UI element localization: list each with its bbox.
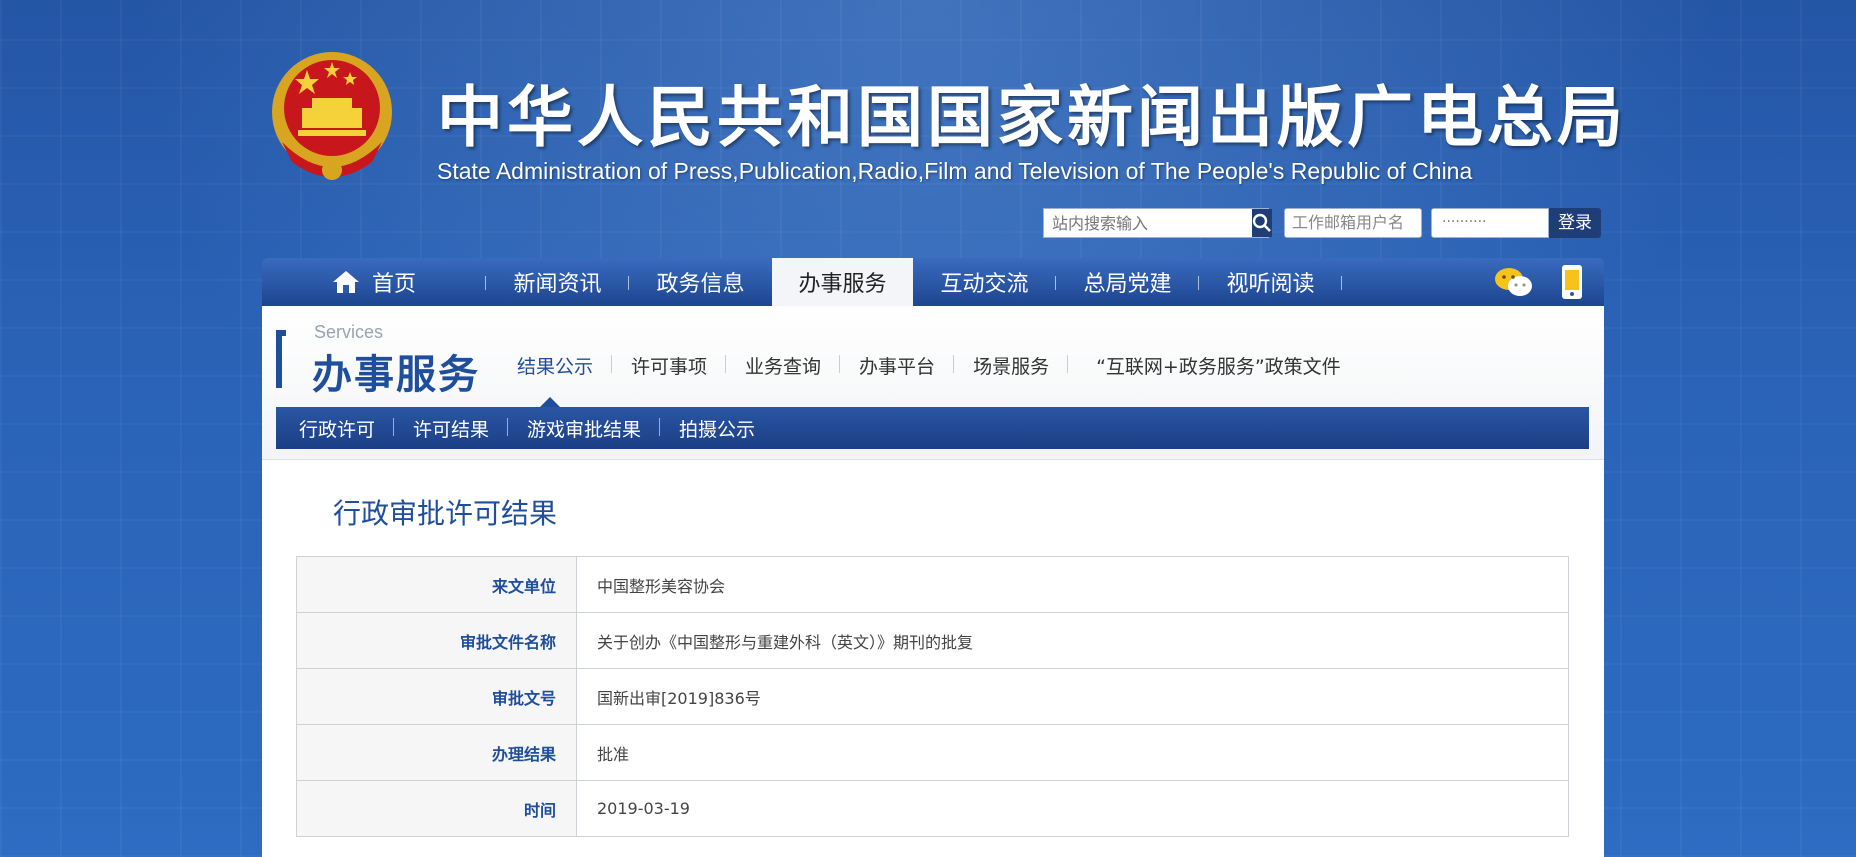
email-username-field[interactable]: 工作邮箱用户名 [1284,208,1422,238]
tab-permit-items[interactable]: 许可事项 [612,352,727,379]
mobile-icon[interactable] [1560,264,1584,300]
approval-detail-table: 来文单位 中国整形美容协会 审批文件名称 关于创办《中国整形与重建外科（英文）》… [296,556,1569,837]
national-emblem-icon [272,52,392,180]
table-row: 审批文号 国新出审[2019]836号 [296,668,1569,725]
content-panel: Services 办事服务 结果公示 许可事项 业务查询 办事平台 场景服务 “… [262,306,1604,857]
sub-nav-bar: 行政许可 许可结果 游戏审批结果 拍摄公示 [276,407,1589,449]
site-header: 中华人民共和国国家新闻出版广电总局 State Administration o… [262,42,1623,192]
table-row: 时间 2019-03-19 [296,780,1569,837]
nav-item-services[interactable]: 办事服务 [772,258,913,306]
section-tabs: 结果公示 许可事项 业务查询 办事平台 场景服务 “互联网+政务服务”政策文件 [498,352,1360,379]
row-value: 国新出审[2019]836号 [576,668,1569,725]
row-label: 时间 [296,780,577,837]
nav-icons [1494,264,1584,300]
tab-service-platform[interactable]: 办事平台 [840,352,955,379]
section-header: Services 办事服务 结果公示 许可事项 业务查询 办事平台 场景服务 “… [262,306,1604,460]
row-label: 审批文号 [296,668,577,725]
wechat-icon[interactable] [1494,265,1534,299]
nav-item-label: 总局党建 [1083,272,1172,297]
search-icon [1252,213,1271,232]
row-value: 2019-03-19 [576,780,1569,837]
site-search [1043,208,1272,238]
row-label: 办理结果 [296,724,577,781]
password-field[interactable]: ·········· [1431,208,1549,238]
nav-item-interaction[interactable]: 互动交流 [913,258,1056,306]
row-label: 审批文件名称 [296,612,577,669]
table-row: 来文单位 中国整形美容协会 [296,556,1569,613]
nav-item-label: 视听阅读 [1226,272,1315,297]
search-input[interactable] [1044,209,1252,237]
sub-item-game-approval[interactable]: 游戏审批结果 [508,415,661,442]
nav-item-home[interactable]: 首页 [262,258,486,306]
nav-item-gov-info[interactable]: 政务信息 [629,258,772,306]
nav-item-label: 首页 [371,272,416,297]
tab-results[interactable]: 结果公示 [498,352,613,379]
table-row: 审批文件名称 关于创办《中国整形与重建外科（英文）》期刊的批复 [296,612,1569,669]
sub-item-filming-notice[interactable]: 拍摄公示 [660,415,774,442]
row-value: 中国整形美容协会 [576,556,1569,613]
section-label-cn: 办事服务 [312,352,480,398]
nav-item-party[interactable]: 总局党建 [1056,258,1199,306]
row-value: 关于创办《中国整形与重建外科（英文）》期刊的批复 [576,612,1569,669]
section-bracket [276,330,286,388]
nav-item-label: 新闻资讯 [513,272,602,297]
nav-item-label: 互动交流 [940,272,1029,297]
home-icon [332,271,359,293]
tab-business-query[interactable]: 业务查询 [726,352,841,379]
row-label: 来文单位 [296,556,577,613]
main-nav: 首页 新闻资讯 政务信息 办事服务 互动交流 总局党建 视听阅读 [262,258,1604,306]
tab-scene-service[interactable]: 场景服务 [954,352,1069,379]
nav-item-news[interactable]: 新闻资讯 [486,258,629,306]
nav-item-audio-video[interactable]: 视听阅读 [1199,258,1342,306]
nav-item-label: 政务信息 [656,272,745,297]
tab-policy-files[interactable]: “互联网+政务服务”政策文件 [1068,352,1360,379]
site-title-cn: 中华人民共和国国家新闻出版广电总局 [437,79,1627,156]
site-title-en: State Administration of Press,Publicatio… [437,158,1473,184]
nav-item-label: 办事服务 [798,272,887,297]
search-button[interactable] [1252,209,1272,237]
table-row: 办理结果 批准 [296,724,1569,781]
sub-item-admin-permit[interactable]: 行政许可 [280,415,395,442]
page-title: 行政审批许可结果 [333,497,558,530]
sub-item-permit-results[interactable]: 许可结果 [394,415,509,442]
section-label-en: Services [314,322,384,342]
row-value: 批准 [576,724,1569,781]
login-button[interactable]: 登录 [1549,208,1601,238]
